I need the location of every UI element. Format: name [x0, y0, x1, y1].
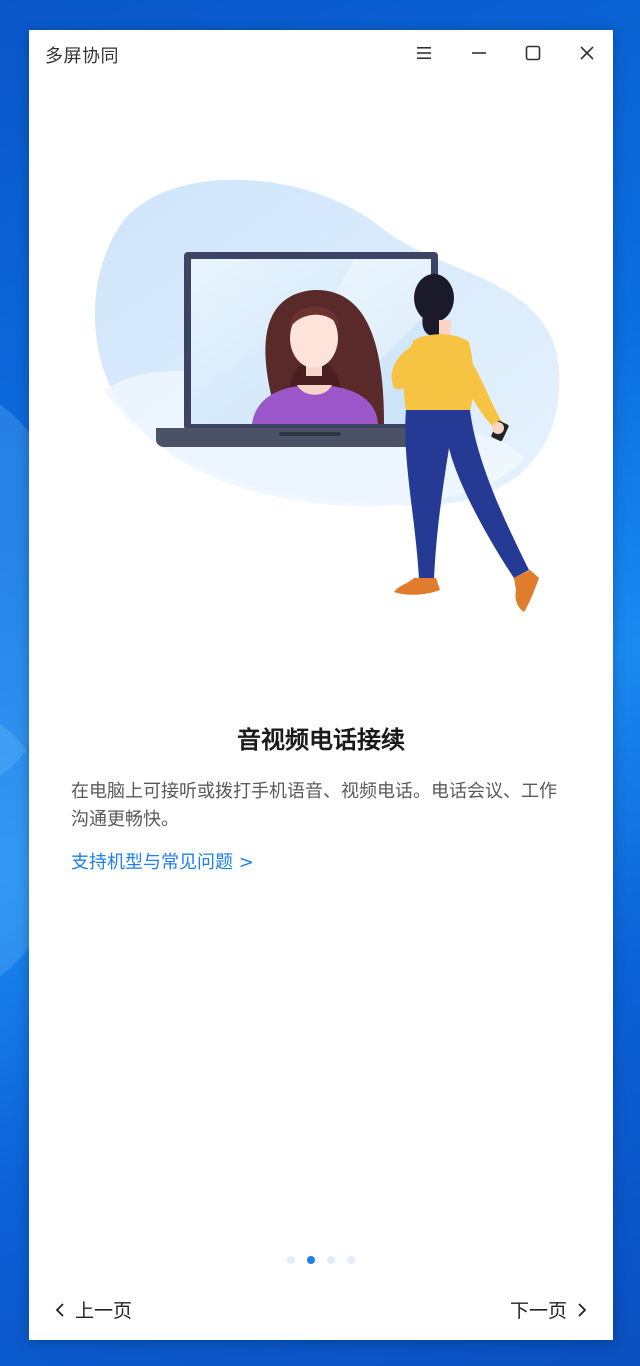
title-bar[interactable]: 多屏协同: [29, 30, 613, 76]
minimize-icon: [472, 52, 486, 54]
maximize-icon: [525, 45, 541, 61]
next-page-label: 下一页: [509, 1300, 567, 1322]
page-dot[interactable]: [327, 1256, 335, 1264]
prev-page-button[interactable]: 上一页: [55, 1296, 132, 1323]
chevron-left-icon: [55, 1302, 64, 1317]
slide-heading: 音视频电话接续: [237, 726, 405, 754]
page-dot[interactable]: [287, 1256, 295, 1264]
slide-description: 在电脑上可接听或拨打手机语音、视频电话。电话会议、工作沟通更畅快。: [71, 781, 557, 830]
close-icon: [580, 46, 594, 60]
close-button[interactable]: [570, 36, 604, 70]
next-page-button[interactable]: 下一页: [510, 1296, 587, 1323]
chevron-right-icon: [578, 1302, 587, 1317]
page-dot-active[interactable]: [307, 1256, 315, 1264]
maximize-button[interactable]: [516, 36, 550, 70]
video-call-illustration: [94, 179, 560, 612]
menu-button[interactable]: [407, 36, 441, 70]
app-window: 多屏协同 音视频电话接续 在电脑上可接听或拨打手机语音、视频电话。电话会议、工作…: [29, 30, 613, 1340]
page-dot[interactable]: [347, 1256, 355, 1264]
supported-models-faq-link[interactable]: 支持机型与常见问题 >: [71, 848, 254, 874]
minimize-button[interactable]: [462, 36, 496, 70]
menu-icon: [417, 47, 431, 59]
prev-page-label: 上一页: [75, 1300, 133, 1322]
page-indicator: [29, 1256, 613, 1264]
window-title: 多屏协同: [45, 46, 119, 67]
